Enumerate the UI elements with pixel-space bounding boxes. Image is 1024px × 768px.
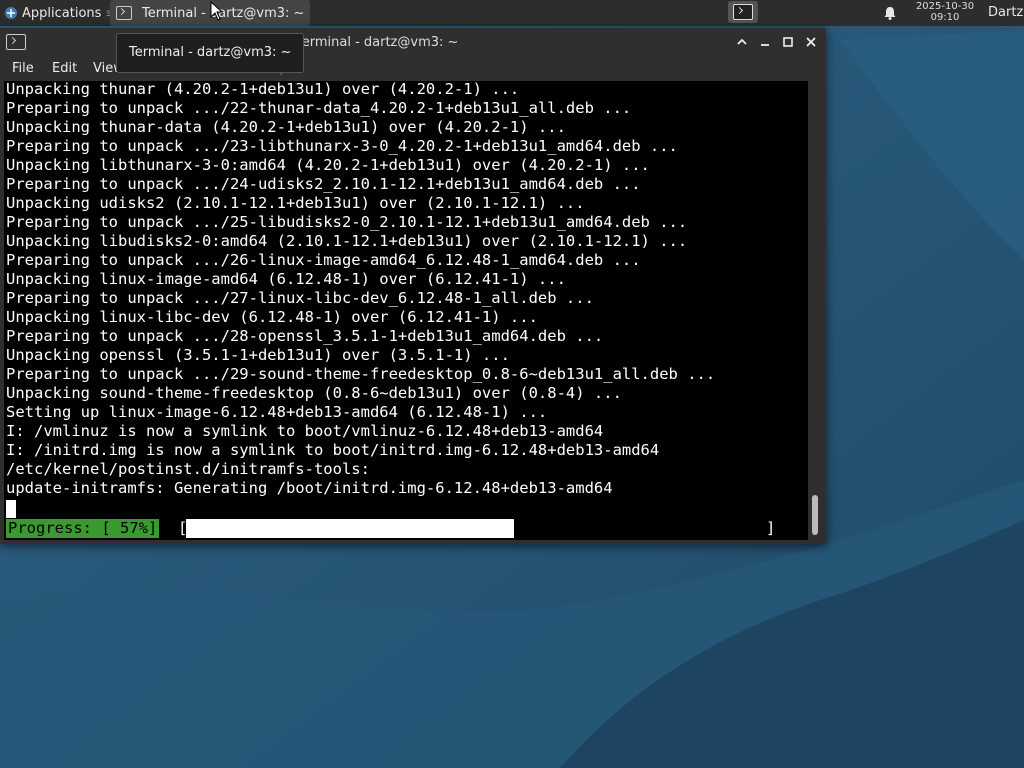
progress-line: Progress: [ 57%] [ ] [4, 519, 808, 540]
terminal-line: Unpacking sound-theme-freedesktop (0.8-6… [6, 384, 622, 402]
terminal-line: Setting up linux-image-6.12.48+deb13-amd… [6, 403, 548, 421]
applications-menu-button[interactable]: Applications ≡ [0, 0, 119, 26]
terminal-lines: Unpacking thunar (4.20.2-1+deb13u1) over… [6, 81, 715, 498]
terminal-line: Unpacking thunar-data (4.20.2-1+deb13u1)… [6, 118, 566, 136]
terminal-line: Preparing to unpack .../25-libudisks2-0_… [6, 213, 688, 231]
terminal-line: update-initramfs: Generating /boot/initr… [6, 479, 613, 497]
terminal-line: Preparing to unpack .../27-linux-libc-de… [6, 289, 594, 307]
progress-fill [186, 519, 515, 538]
text-cursor [6, 500, 16, 518]
menu-edit[interactable]: Edit [52, 61, 77, 76]
close-icon[interactable] [802, 33, 820, 51]
terminal-line: Unpacking udisks2 (2.10.1-12.1+deb13u1) … [6, 194, 585, 212]
terminal-line: I: /vmlinuz is now a symlink to boot/vml… [6, 422, 604, 440]
terminal-line: I: /initrd.img is now a symlink to boot/… [6, 441, 660, 459]
terminal-line: Unpacking linux-libc-dev (6.12.48-1) ove… [6, 308, 538, 326]
clock-date: 2025-10-30 [915, 1, 975, 12]
scrollbar-thumb[interactable] [812, 495, 818, 535]
window-terminal-icon[interactable] [6, 34, 26, 50]
terminal-line: Unpacking libthunarx-3-0:amd64 (4.20.2-1… [6, 156, 650, 174]
terminal-line: Preparing to unpack .../29-sound-theme-f… [6, 365, 716, 383]
terminal-line: Preparing to unpack .../22-thunar-data_4… [6, 99, 632, 117]
progress-label: Progress: [ 57%] [6, 519, 160, 538]
xfce-logo-icon [5, 7, 17, 19]
terminal-line: Unpacking libudisks2-0:amd64 (2.10.1-12.… [6, 232, 688, 250]
terminal-line: Preparing to unpack .../24-udisks2_2.10.… [6, 175, 641, 193]
terminal-launcher-icon [733, 4, 753, 20]
terminal-line: Preparing to unpack .../23-libthunarx-3-… [6, 137, 678, 155]
terminal-output[interactable]: Unpacking thunar (4.20.2-1+deb13u1) over… [4, 81, 808, 540]
minimize-icon[interactable] [756, 33, 774, 51]
progress-track [186, 519, 762, 538]
terminal-window: Terminal - dartz@vm3: ~ File Edit View T… [0, 28, 826, 544]
notification-bell-icon[interactable] [882, 5, 898, 21]
top-panel: Applications ≡ Terminal - dartz@vm3: ~ 2… [0, 0, 1024, 26]
maximize-icon[interactable] [779, 33, 797, 51]
scrollbar[interactable] [808, 81, 826, 540]
progress-close-bracket: ] [766, 519, 776, 537]
clock-time: 09:10 [930, 12, 960, 23]
terminal-line: Unpacking linux-image-amd64 (6.12.48-1) … [6, 270, 566, 288]
user-menu[interactable]: Dartz [988, 5, 1023, 20]
terminal-line: Preparing to unpack .../28-openssl_3.5.1… [6, 327, 604, 345]
terminal-line: /etc/kernel/postinst.d/initramfs-tools: [6, 460, 370, 478]
terminal-line: Unpacking thunar (4.20.2-1+deb13u1) over… [6, 81, 520, 98]
terminal-icon [116, 6, 132, 20]
taskbar-tooltip: Terminal - dartz@vm3: ~ [116, 33, 304, 73]
terminal-line: Preparing to unpack .../26-linux-image-a… [6, 251, 641, 269]
terminal-line: Unpacking openssl (3.5.1-1+deb13u1) over… [6, 346, 510, 364]
applications-label: Applications [22, 5, 102, 21]
shade-up-icon[interactable] [733, 33, 751, 51]
menu-file[interactable]: File [12, 61, 34, 76]
panel-clock[interactable]: 2025-10-30 09:10 [908, 1, 982, 23]
mouse-pointer-icon [210, 1, 224, 21]
window-title: Terminal - dartz@vm3: ~ [296, 35, 459, 50]
terminal-launcher-button[interactable] [728, 1, 758, 23]
